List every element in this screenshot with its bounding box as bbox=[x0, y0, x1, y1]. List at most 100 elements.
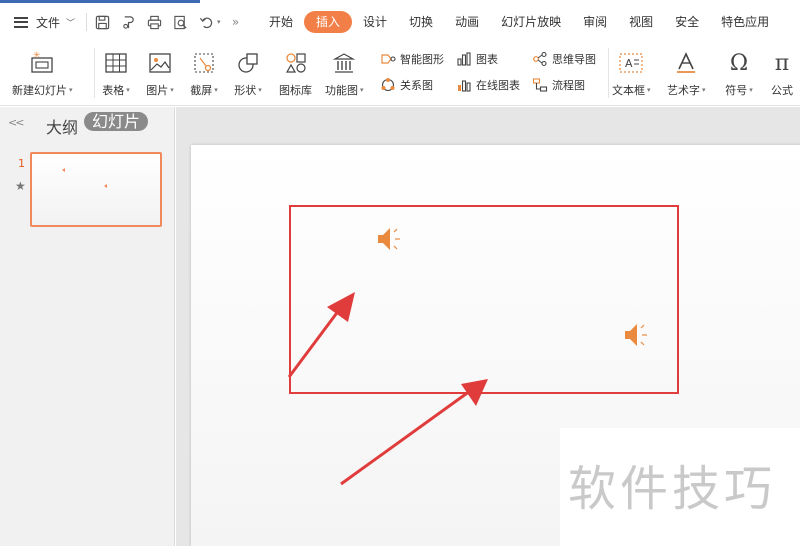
ribbon-insert: ✳ 新建幻灯片 ▾ 表格 ▾ 图片 ▾ 截屏 ▾ 形状 ▾ 图标库 功能图 ▾ … bbox=[0, 40, 800, 106]
flowchart-label: 流程图 bbox=[552, 79, 585, 92]
tab-special-apps[interactable]: 特色应用 bbox=[710, 11, 780, 33]
speaker-icon[interactable] bbox=[377, 226, 407, 252]
omega-icon: Ω bbox=[729, 50, 749, 76]
collapse-pane-icon[interactable]: << bbox=[8, 116, 25, 129]
formula-label: 公式 bbox=[771, 84, 793, 97]
tab-view[interactable]: 视图 bbox=[618, 11, 664, 33]
svg-text:A: A bbox=[625, 57, 633, 70]
window-accent bbox=[0, 0, 200, 3]
tab-slides[interactable]: 幻灯片 bbox=[84, 112, 149, 131]
divider bbox=[608, 48, 609, 98]
tab-security[interactable]: 安全 bbox=[664, 11, 710, 33]
table-icon bbox=[102, 50, 130, 76]
textbox-label: 文本框 bbox=[612, 84, 645, 97]
watermark-text: 软件技巧 bbox=[568, 461, 777, 517]
function-chart-icon bbox=[330, 50, 358, 76]
dropdown-icon: ▾ bbox=[126, 86, 130, 94]
quick-access-toolbar: ▾ » bbox=[91, 11, 247, 33]
file-menu-label: 文件 bbox=[36, 15, 61, 30]
divider bbox=[86, 13, 87, 31]
dropdown-icon: ▾ bbox=[360, 86, 364, 94]
dropdown-icon: ▾ bbox=[214, 86, 218, 94]
mind-map-label: 思维导图 bbox=[552, 53, 596, 66]
bar-chart-icon bbox=[456, 51, 472, 67]
slides-pane: << 大纲 幻灯片 1 ★ bbox=[0, 107, 175, 546]
divider bbox=[94, 48, 95, 98]
chevron-down-icon: ﹀ bbox=[66, 18, 76, 29]
icon-library-label: 图标库 bbox=[279, 84, 312, 97]
dropdown-icon: ▾ bbox=[258, 86, 262, 94]
icon-library-button[interactable]: 图标库 bbox=[279, 50, 312, 98]
smart-art-icon bbox=[380, 51, 396, 67]
undo-dropdown-icon[interactable]: ▾ bbox=[217, 18, 221, 26]
formula-button[interactable]: π 公式 bbox=[768, 50, 796, 98]
picture-label: 图片 bbox=[146, 84, 169, 97]
shape-label: 形状 bbox=[234, 84, 257, 97]
annotation-highlight-box bbox=[289, 205, 679, 394]
dropdown-icon: ▾ bbox=[69, 86, 73, 94]
smart-art-label: 智能图形 bbox=[400, 53, 444, 66]
mind-map-button[interactable]: 思维导图 bbox=[532, 51, 596, 67]
function-chart-label: 功能图 bbox=[325, 84, 358, 97]
screenshot-button[interactable]: 截屏 ▾ bbox=[190, 50, 218, 98]
shape-button[interactable]: 形状 ▾ bbox=[234, 50, 262, 98]
tab-slideshow[interactable]: 幻灯片放映 bbox=[490, 11, 572, 33]
relation-chart-button[interactable]: 关系图 bbox=[380, 77, 433, 93]
mind-map-icon bbox=[532, 51, 548, 67]
tab-animations[interactable]: 动画 bbox=[444, 11, 490, 33]
slide-number: 1 bbox=[18, 157, 25, 170]
print-icon[interactable] bbox=[143, 11, 165, 33]
shapes-icon bbox=[234, 50, 262, 76]
speaker-icon[interactable] bbox=[624, 322, 654, 348]
tab-home[interactable]: 开始 bbox=[258, 11, 304, 33]
textbox-button[interactable]: A 文本框 ▾ bbox=[612, 50, 651, 98]
menu-tabs: 开始 插入 设计 切换 动画 幻灯片放映 审阅 视图 安全 特色应用 bbox=[258, 4, 780, 40]
tab-design[interactable]: 设计 bbox=[352, 11, 398, 33]
scissors-icon bbox=[190, 50, 218, 76]
online-chart-label: 在线图表 bbox=[476, 79, 520, 92]
relation-chart-icon bbox=[380, 77, 396, 93]
undo-icon[interactable] bbox=[195, 11, 217, 33]
pi-icon: π bbox=[774, 50, 790, 76]
speaker-thumb-icon bbox=[62, 168, 65, 172]
function-chart-button[interactable]: 功能图 ▾ bbox=[325, 50, 364, 98]
menu-bar: 文件 ﹀ ▾ » 开始 插入 设计 切换 动画 幻灯片放映 审阅 视图 安全 特… bbox=[0, 4, 800, 40]
online-chart-icon bbox=[456, 77, 472, 93]
dropdown-icon: ▾ bbox=[170, 86, 174, 94]
chart-label: 图表 bbox=[476, 53, 498, 66]
flowchart-button[interactable]: 流程图 bbox=[532, 77, 585, 93]
symbol-button[interactable]: Ω 符号 ▾ bbox=[725, 50, 753, 98]
online-chart-button[interactable]: 在线图表 bbox=[456, 77, 520, 93]
format-painter-icon[interactable] bbox=[117, 11, 139, 33]
icon-library-icon bbox=[282, 50, 310, 76]
tab-review[interactable]: 审阅 bbox=[572, 11, 618, 33]
tab-transitions[interactable]: 切换 bbox=[398, 11, 444, 33]
screenshot-label: 截屏 bbox=[190, 84, 213, 97]
smart-art-button[interactable]: 智能图形 bbox=[380, 51, 444, 67]
dropdown-icon: ▾ bbox=[749, 86, 753, 94]
slide-thumbnail[interactable] bbox=[30, 152, 162, 227]
word-art-label: 艺术字 bbox=[667, 84, 700, 97]
tab-outline[interactable]: 大纲 bbox=[46, 114, 78, 138]
symbol-label: 符号 bbox=[725, 84, 748, 97]
speaker-thumb-icon bbox=[104, 184, 107, 188]
flowchart-icon bbox=[532, 77, 548, 93]
chart-button[interactable]: 图表 bbox=[456, 51, 498, 67]
svg-text:✳: ✳ bbox=[33, 51, 41, 61]
more-icon[interactable]: » bbox=[225, 11, 247, 33]
print-preview-icon[interactable] bbox=[169, 11, 191, 33]
new-slide-label: 新建幻灯片 bbox=[12, 84, 67, 97]
hamburger-icon bbox=[14, 16, 28, 28]
word-art-button[interactable]: 艺术字 ▾ bbox=[667, 50, 706, 98]
dropdown-icon: ▾ bbox=[702, 86, 706, 94]
file-menu-button[interactable]: 文件 ﹀ bbox=[0, 4, 82, 40]
table-label: 表格 bbox=[102, 84, 125, 97]
table-button[interactable]: 表格 ▾ bbox=[102, 50, 130, 98]
textbox-icon: A bbox=[617, 50, 645, 76]
picture-button[interactable]: 图片 ▾ bbox=[146, 50, 174, 98]
star-icon: ★ bbox=[15, 179, 26, 193]
tab-insert[interactable]: 插入 bbox=[304, 11, 353, 33]
save-icon[interactable] bbox=[91, 11, 113, 33]
new-slide-button[interactable]: ✳ 新建幻灯片 ▾ bbox=[12, 50, 73, 98]
dropdown-icon: ▾ bbox=[647, 86, 651, 94]
